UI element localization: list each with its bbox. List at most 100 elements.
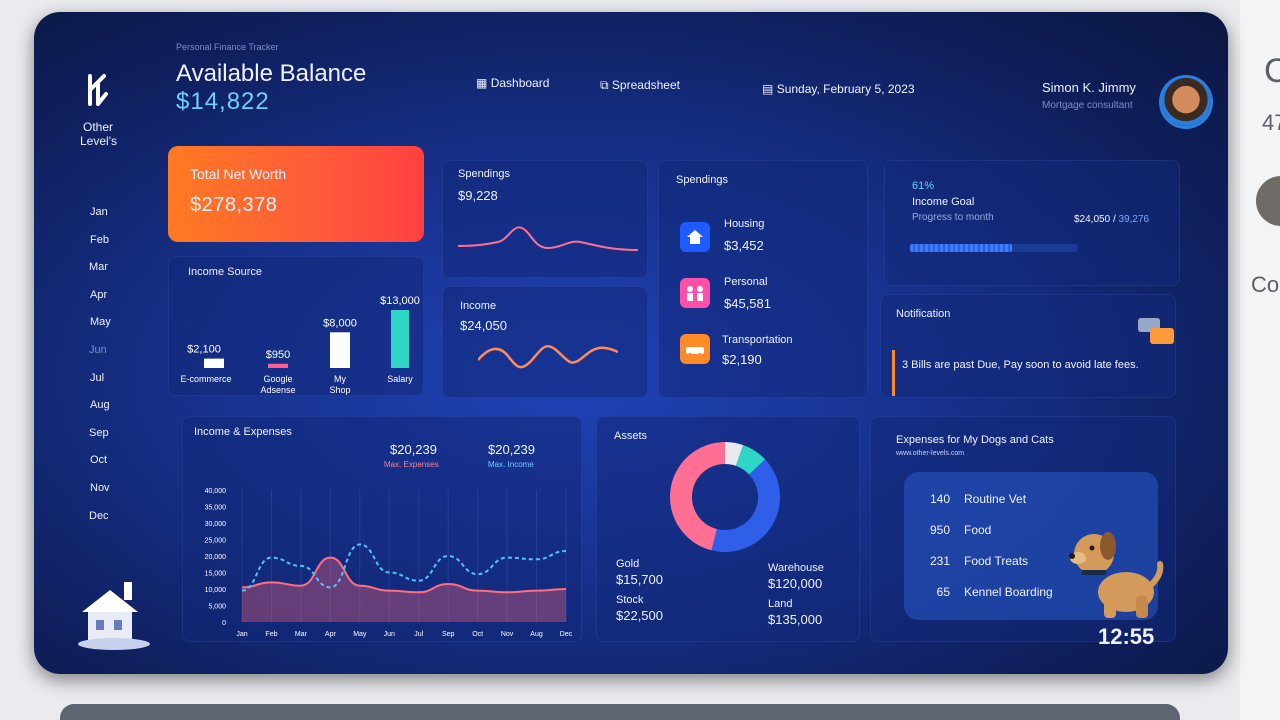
- month-aug[interactable]: Aug: [90, 399, 110, 411]
- video-player-screen[interactable]: Other Level's Jan Feb Mar Apr May Jun Jul Aug Se…: [34, 12, 1228, 674]
- chat-bubbles-icon[interactable]: [1136, 316, 1176, 348]
- x-tick-label: Apr: [325, 631, 337, 638]
- month-oct[interactable]: Oct: [90, 454, 107, 466]
- user-avatar[interactable]: [1162, 78, 1210, 126]
- income-mini-value: $24,050: [460, 318, 507, 333]
- page-cut-text-3: Co: [1251, 272, 1280, 297]
- spendings-title: Spendings: [676, 174, 728, 186]
- month-dec[interactable]: Dec: [89, 510, 109, 522]
- nav-spreadsheet-label: Spreadsheet: [611, 78, 680, 92]
- page-background-right: C 47 Co: [1240, 0, 1280, 720]
- grid-icon: ▦: [476, 76, 488, 90]
- income-source-category-label: Google: [263, 374, 292, 384]
- month-jul[interactable]: Jul: [90, 372, 104, 384]
- income-goal-amounts: $24,050 / 39,276: [1074, 214, 1149, 225]
- month-apr[interactable]: Apr: [90, 289, 107, 301]
- income-goal-progress-bar: [910, 244, 1078, 252]
- x-tick-label: Jul: [414, 631, 423, 638]
- date-text: Sunday, February 5, 2023: [776, 82, 915, 96]
- pet-expense-value: 231: [929, 554, 950, 568]
- x-tick-label: Jan: [236, 631, 247, 638]
- asset-land-value: $135,000: [768, 612, 823, 627]
- net-worth-value: $278,378: [190, 194, 278, 216]
- y-tick-label: 0: [222, 620, 226, 627]
- x-tick-label: May: [353, 631, 367, 638]
- page-cut-text-2: 47: [1262, 110, 1280, 135]
- house-illustration-icon: [78, 582, 150, 650]
- y-tick-label: 35,000: [205, 505, 227, 512]
- income-source-bar: [391, 310, 409, 368]
- next-video-thumbnail[interactable]: [60, 704, 1180, 720]
- month-mar[interactable]: Mar: [89, 261, 108, 273]
- x-tick-label: Feb: [265, 631, 277, 638]
- month-nov[interactable]: Nov: [90, 482, 110, 494]
- calendar-icon: ▤: [762, 82, 774, 96]
- pet-expense-value: 65: [936, 585, 950, 599]
- net-worth-title: Total Net Worth: [190, 166, 287, 182]
- page-cut-text-1: C: [1264, 52, 1280, 90]
- channel-avatar[interactable]: [1256, 176, 1280, 226]
- month-may[interactable]: May: [90, 316, 111, 328]
- income-goal-percent: 61%: [912, 180, 935, 192]
- pet-expense-label: Kennel Boarding: [964, 585, 1053, 599]
- pet-expense-value: 950: [929, 523, 950, 537]
- y-tick-label: 25,000: [205, 538, 227, 545]
- income-sparkline: [478, 345, 618, 369]
- income-expenses-chart: 40,000 35,000 30,000 25,000 20,000 15,000 10,0…: [205, 488, 573, 638]
- y-tick-label: 15,000: [205, 571, 227, 578]
- spendings-mini-title: Spendings: [458, 168, 510, 180]
- user-role: Mortgage consultant: [1042, 100, 1133, 111]
- max-income-value: $20,239: [488, 442, 535, 457]
- income-source-category-label: Adsense: [260, 385, 295, 395]
- asset-land-label: Land: [768, 598, 793, 610]
- pet-expense-label: Routine Vet: [964, 492, 1027, 506]
- max-income-label: Max. Income: [488, 460, 534, 469]
- month-jun[interactable]: Jun: [89, 344, 107, 356]
- assets-title: Assets: [614, 430, 648, 442]
- pet-expense-value: 140: [929, 492, 950, 506]
- x-tick-label: Oct: [472, 631, 483, 638]
- income-goal-progress-fill: [910, 244, 1013, 252]
- month-jan[interactable]: Jan: [90, 206, 108, 218]
- x-tick-label: Aug: [530, 631, 543, 638]
- income-source-bar: [268, 363, 288, 368]
- notification-message: 3 Bills are past Due, Pay soon to avoid …: [902, 359, 1139, 371]
- month-feb[interactable]: Feb: [90, 234, 109, 246]
- assets-slice-warehouse: [711, 459, 780, 552]
- income-source-title: Income Source: [188, 266, 262, 278]
- max-expenses-label: Max. Expenses: [384, 460, 439, 469]
- house-icon: [680, 222, 710, 252]
- spendings-mini-value: $9,228: [458, 188, 498, 203]
- spending-personal-value: $45,581: [724, 296, 771, 311]
- income-source-value-label: $950: [266, 349, 290, 361]
- income-source-bar: [330, 332, 350, 368]
- x-tick-label: Sep: [442, 631, 455, 638]
- income-source-value-label: $2,100: [187, 344, 221, 356]
- pet-expense-label: Food Treats: [964, 554, 1029, 568]
- month-sep[interactable]: Sep: [89, 427, 109, 439]
- spending-housing-label: Housing: [724, 218, 765, 230]
- spending-housing-value: $3,452: [724, 238, 764, 253]
- car-icon: [680, 334, 710, 364]
- asset-stock-value: $22,500: [616, 608, 663, 623]
- asset-gold-label: Gold: [616, 558, 640, 570]
- assets-slice-land: [670, 442, 726, 551]
- available-balance: $14,822: [176, 88, 270, 115]
- asset-warehouse-label: Warehouse: [768, 562, 824, 574]
- brand-name: Other Level's: [80, 120, 117, 148]
- income-goal-title: Income Goal: [912, 196, 975, 208]
- asset-gold-value: $15,700: [616, 572, 663, 587]
- nav-dashboard[interactable]: ▦ Dashboard: [476, 76, 549, 90]
- y-tick-label: 10,000: [205, 587, 227, 594]
- pets-title: Expenses for My Dogs and Cats: [896, 434, 1054, 446]
- notification-title: Notification: [896, 308, 951, 320]
- assets-slice-gold: [724, 442, 744, 466]
- income-expenses-title: Income & Expenses: [194, 426, 292, 438]
- expenses-area: [242, 557, 566, 622]
- nav-spreadsheet[interactable]: ⧉ Spreadsheet: [600, 78, 680, 93]
- income-source-category-label: Shop: [329, 385, 350, 395]
- income-source-value-label: $8,000: [323, 317, 357, 329]
- income-source-category-label: E-commerce: [180, 374, 231, 384]
- page-title: Available Balance: [176, 60, 367, 87]
- y-tick-label: 20,000: [205, 554, 227, 561]
